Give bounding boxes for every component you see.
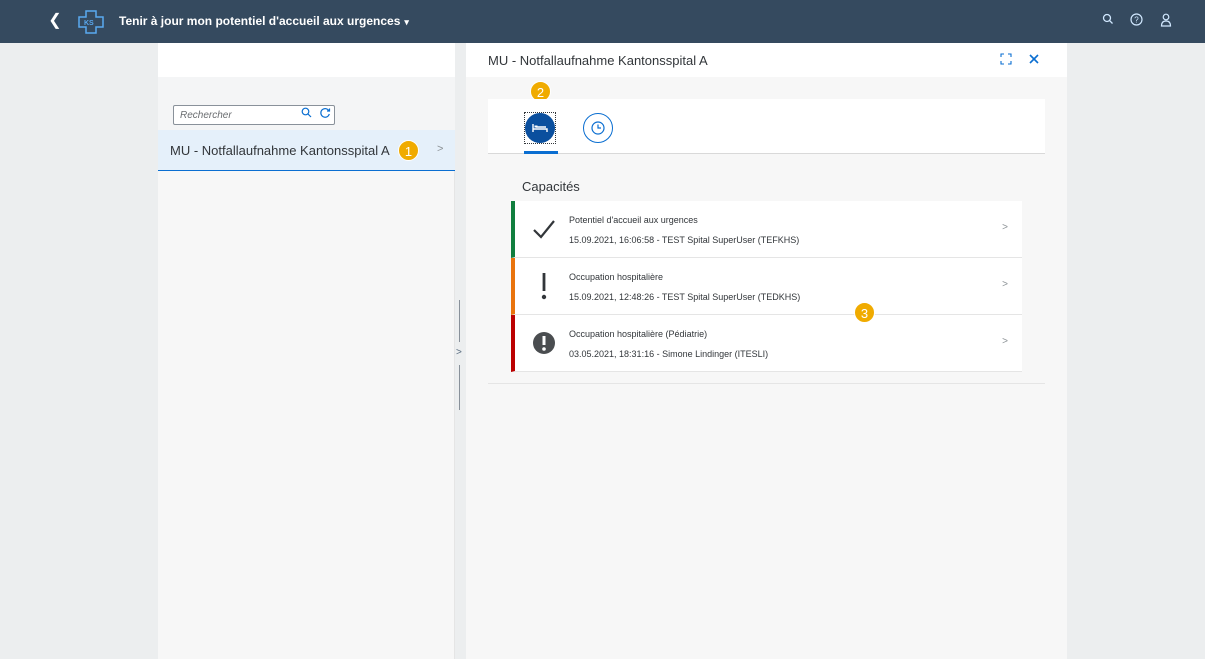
master-column: MU - Notfallaufnahme Kantonsspital A 1 > [158,43,455,659]
row-subtitle: 15.09.2021, 12:48:26 - TEST Spital Super… [569,292,801,302]
splitter-line-top [459,300,460,342]
app-title-text: Tenir à jour mon potentiel d'accueil aux… [119,14,401,28]
row-subtitle: 15.09.2021, 16:06:58 - TEST Spital Super… [569,235,800,245]
user-icon[interactable] [1158,13,1174,29]
annotation-badge-1: 1 [398,140,419,161]
detail-column: MU - Notfallaufnahme Kantonsspital A 2 C… [466,43,1067,659]
splitter-line-bottom [459,365,460,410]
fullscreen-icon[interactable] [999,53,1013,67]
list-item[interactable]: Potentiel d'accueil aux urgences 15.09.2… [511,201,1022,258]
chevron-right-icon: > [437,143,444,155]
chevron-down-icon: ▾ [404,17,409,27]
chevron-right-icon: > [1002,222,1008,233]
layout-splitter[interactable]: > [456,300,462,410]
tab-bed[interactable] [524,112,558,154]
annotation-badge-3: 3 [854,302,875,323]
detail-title: MU - Notfallaufnahme Kantonsspital A [488,53,708,68]
shell-bar: ❮ KS Tenir à jour mon potentiel d'accuei… [0,0,1205,43]
checkmark-icon [531,214,557,244]
search-icon[interactable] [1100,13,1116,29]
search-icon[interactable] [299,107,313,123]
back-icon[interactable]: ❮ [46,12,64,30]
chevron-right-icon: > [1002,336,1008,347]
section-title: Capacités [522,179,580,194]
exclamation-icon [531,271,557,301]
capacities-section: Capacités Potentiel d'accueil aux urgenc… [488,154,1045,384]
svg-text:KS: KS [84,20,94,27]
row-title: Potentiel d'accueil aux urgences [569,215,698,225]
help-icon[interactable]: ? [1128,13,1144,29]
svg-text:?: ? [1134,16,1139,25]
tab-focus-outline [524,112,556,144]
app-title[interactable]: Tenir à jour mon potentiel d'accueil aux… [119,14,409,28]
list-item[interactable]: MU - Notfallaufnahme Kantonsspital A 1 > [158,130,455,171]
detail-header: MU - Notfallaufnahme Kantonsspital A [466,43,1067,77]
search-input[interactable] [180,109,290,121]
error-circle-icon [531,328,557,358]
logo-icon: KS [78,10,104,34]
close-icon[interactable] [1027,52,1041,66]
row-title: Occupation hospitalière [569,272,664,282]
list-item-label: MU - Notfallaufnahme Kantonsspital A [170,143,390,158]
icon-tab-bar [488,99,1045,154]
row-title: Occupation hospitalière (Pédiatrie) [569,329,708,339]
row-subtitle: 03.05.2021, 18:31:16 - Simone Lindinger … [569,349,769,359]
master-header [158,43,455,77]
clock-icon [583,113,613,143]
chevron-right-icon[interactable]: > [456,347,462,358]
tab-history[interactable] [583,113,615,145]
list-item[interactable]: Occupation hospitalière (Pédiatrie) 03.0… [511,315,1022,372]
chevron-right-icon: > [1002,279,1008,290]
refresh-icon[interactable] [318,107,332,123]
list-item[interactable]: Occupation hospitalière 15.09.2021, 12:4… [511,258,1022,315]
search-field [173,105,335,125]
